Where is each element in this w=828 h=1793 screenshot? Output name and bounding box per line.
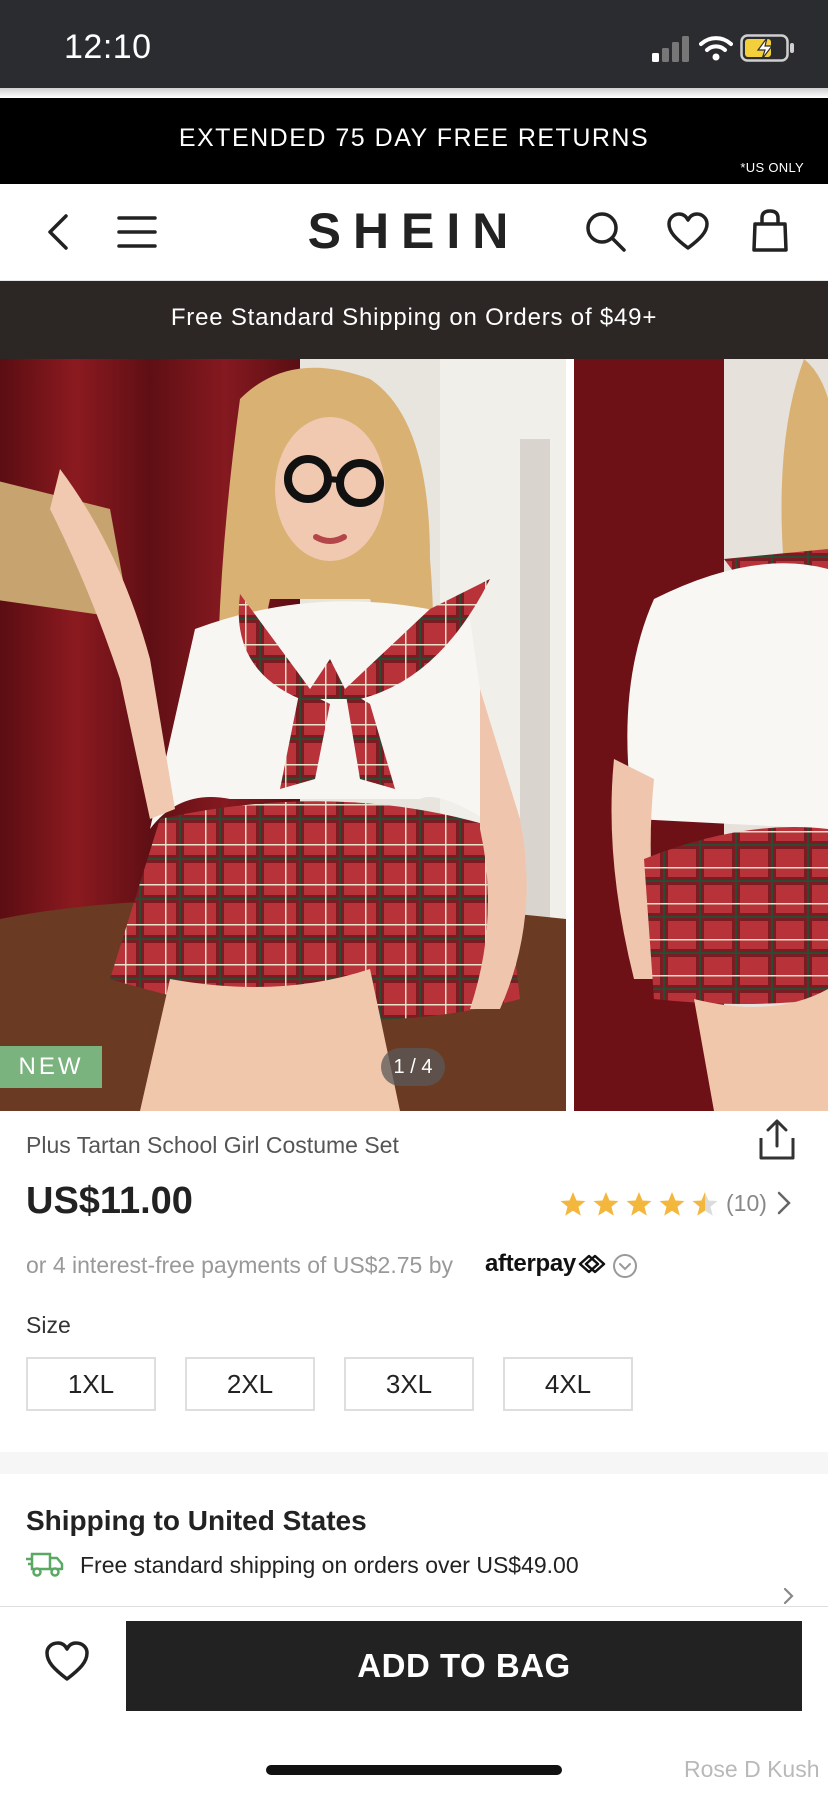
shipping-chevron-icon[interactable] [782,1586,796,1606]
afterpay-wordmark: afterpay [485,1250,576,1277]
status-time: 12:10 [64,28,152,66]
wifi-icon [699,36,733,61]
size-option-4xl[interactable]: 4XL [503,1357,633,1411]
cellular-signal-icon [652,36,689,62]
image-counter: 1 / 4 [381,1048,445,1086]
status-separator [0,88,828,98]
add-to-wishlist-heart-icon[interactable] [44,1641,90,1683]
review-count[interactable]: (10) [726,1190,767,1217]
rating-stars[interactable] [560,1190,720,1218]
product-photo-1[interactable]: NEW 1 / 4 [0,359,566,1111]
shipping-info-text: Free standard shipping on orders over US… [80,1552,579,1578]
shipping-heading[interactable]: Shipping to United States [26,1505,367,1537]
promo-text: EXTENDED 75 DAY FREE RETURNS [178,124,650,152]
shopping-bag-icon[interactable] [750,208,790,254]
new-badge: NEW [0,1046,102,1088]
installments-text: or 4 interest-free payments of US$2.75 b… [26,1252,453,1278]
product-price: US$11.00 [26,1180,193,1222]
promo-note: *US ONLY [740,160,804,175]
share-icon[interactable] [757,1118,797,1162]
afterpay-arrows-icon [578,1254,606,1274]
top-nav: SHEIN [0,184,828,281]
size-option-2xl[interactable]: 2XL [185,1357,315,1411]
battery-charging-icon [740,34,794,62]
product-photo-2[interactable] [574,359,828,1111]
add-to-bag-button[interactable]: ADD TO BAG [126,1621,802,1711]
afterpay-info-chevron-icon[interactable] [612,1253,638,1279]
section-divider [0,1452,828,1474]
search-icon[interactable] [584,210,628,254]
chevron-right-icon[interactable] [776,1190,792,1216]
size-option-3xl[interactable]: 3XL [344,1357,474,1411]
size-option-1xl[interactable]: 1XL [26,1357,156,1411]
returns-promo-banner[interactable]: EXTENDED 75 DAY FREE RETURNS *US ONLY [0,98,828,184]
home-indicator[interactable] [266,1765,562,1775]
afterpay-logo[interactable]: afterpay [485,1250,607,1278]
wishlist-heart-icon[interactable] [666,212,710,252]
truck-icon [26,1552,64,1577]
product-image-gallery[interactable]: NEW 1 / 4 [0,359,828,1111]
free-shipping-strip[interactable]: Free Standard Shipping on Orders of $49+ [0,281,828,359]
size-label: Size [26,1312,71,1338]
product-title: Plus Tartan School Girl Costume Set [26,1132,399,1158]
free-shipping-strip-text: Free Standard Shipping on Orders of $49+ [170,304,658,331]
watermark-text: Rose D Kush [684,1756,820,1782]
